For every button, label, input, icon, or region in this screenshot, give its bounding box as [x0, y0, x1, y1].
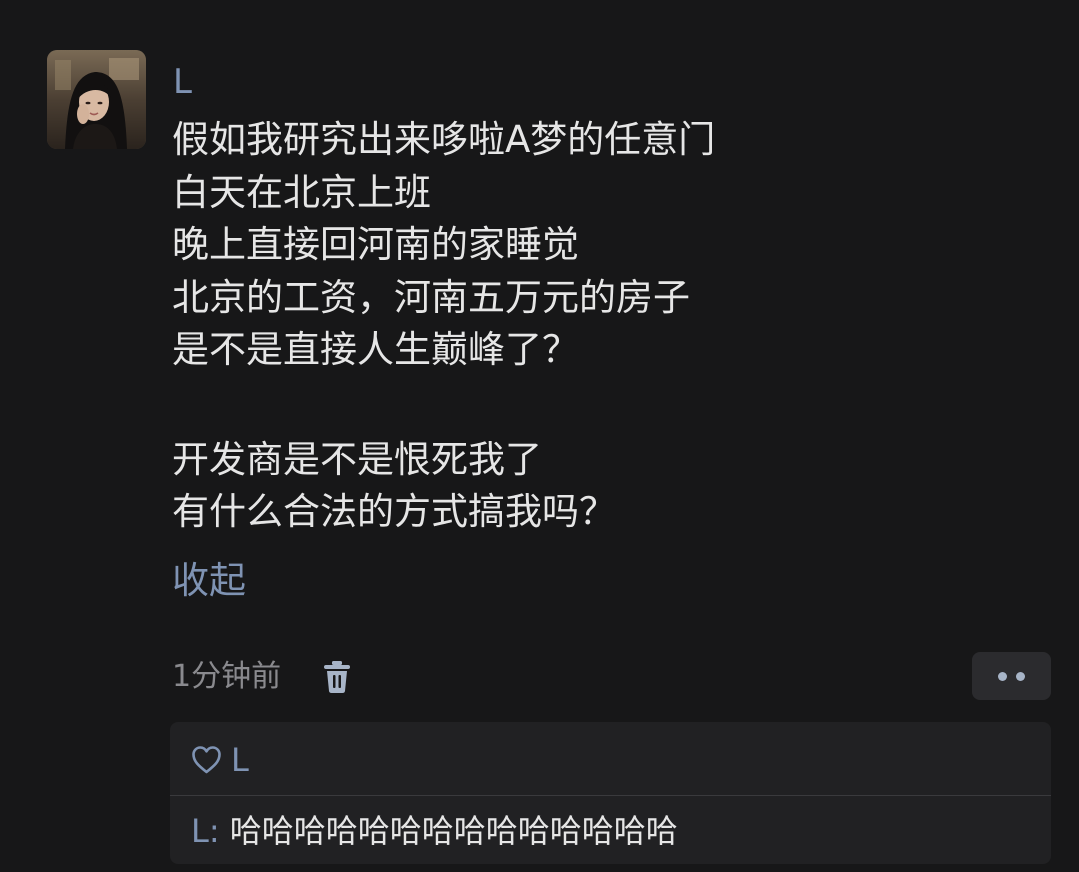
- post-timestamp: 1分钟前: [172, 659, 282, 694]
- author-name[interactable]: L: [173, 60, 192, 104]
- post-line: 假如我研究出来哆啦A梦的任意门: [172, 118, 716, 161]
- post-line: 北京的工资，河南五万元的房子: [172, 275, 690, 319]
- post-content: 假如我研究出来哆啦A梦的任意门 白天在北京上班 晚上直接回河南的家睡觉 北京的工…: [172, 114, 715, 539]
- likes-row: L: [170, 722, 1051, 795]
- comment-separator: :: [208, 812, 230, 850]
- collapse-button[interactable]: 收起: [172, 556, 246, 606]
- avatar-photo: [47, 50, 146, 149]
- comment-author[interactable]: L: [191, 812, 209, 850]
- post-line: 白天在北京上班: [172, 170, 431, 214]
- heart-icon: [192, 746, 221, 774]
- comment-text: 哈哈哈哈哈哈哈哈哈哈哈哈哈哈: [229, 812, 678, 850]
- more-dots-icon: [998, 672, 1007, 681]
- likes-comments-panel: L L: 哈哈哈哈哈哈哈哈哈哈哈哈哈哈: [170, 722, 1051, 864]
- post-line: 是不是直接人生巅峰了？: [172, 328, 579, 371]
- comment-item[interactable]: L: 哈哈哈哈哈哈哈哈哈哈哈哈哈哈: [191, 809, 678, 853]
- post-line: 开发商是不是恨死我了: [172, 437, 542, 481]
- trash-icon[interactable]: [322, 660, 352, 694]
- liked-by-name[interactable]: L: [231, 740, 249, 780]
- moment-post: L 假如我研究出来哆啦A梦的任意门 白天在北京上班 晚上直接回河南的家睡觉 北京…: [0, 0, 1079, 872]
- more-dots-icon: [1016, 672, 1025, 681]
- post-line: 晚上直接回河南的家睡觉: [172, 223, 579, 266]
- post-line: 有什么合法的方式搞我吗？: [172, 490, 616, 533]
- divider: [170, 795, 1051, 796]
- avatar[interactable]: [47, 50, 146, 149]
- more-actions-button[interactable]: [972, 652, 1051, 700]
